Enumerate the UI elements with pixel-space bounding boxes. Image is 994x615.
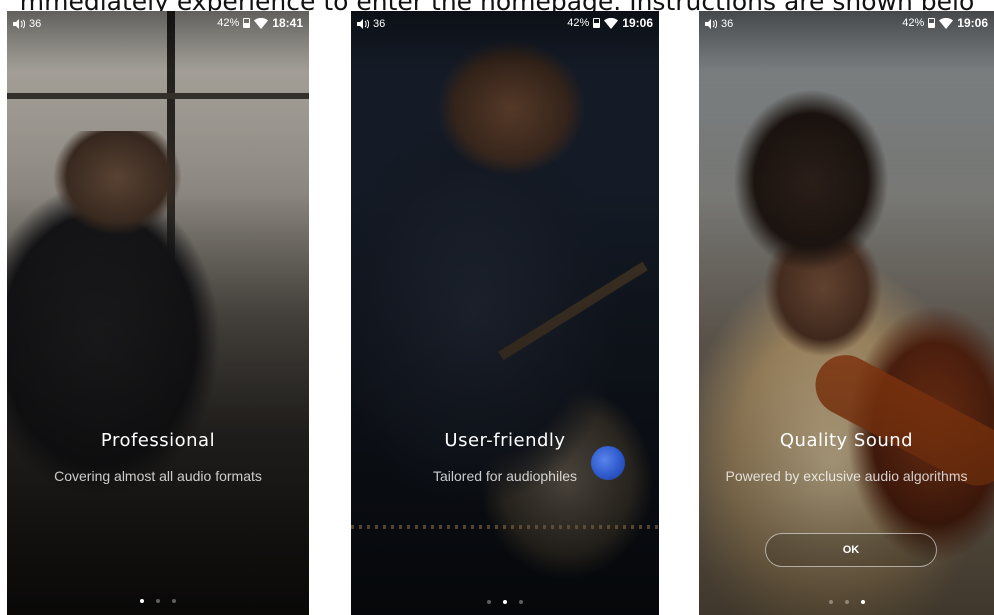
onboarding-screen-quality-sound: 36 42% 19:06 Quality Sound Powered by ex… <box>699 11 994 615</box>
overlay-shade <box>699 11 994 615</box>
volume-level: 36 <box>29 18 42 30</box>
battery-icon <box>243 18 251 28</box>
volume-icon <box>13 19 25 29</box>
volume-icon <box>357 19 369 29</box>
overlay-shade <box>7 11 309 615</box>
page-dot <box>860 600 865 604</box>
wifi-icon <box>604 17 619 29</box>
volume-icon <box>705 19 717 29</box>
page-dot <box>844 600 849 604</box>
page-indicator <box>351 600 659 604</box>
page-dot <box>487 600 491 604</box>
clock: 19:06 <box>957 16 988 30</box>
status-bar: 36 42% 19:06 <box>699 11 994 37</box>
overlay-shade <box>351 11 659 615</box>
volume-level: 36 <box>721 18 734 30</box>
onboarding-screen-professional: 36 42% 18:41 Professional Covering almos… <box>7 11 309 615</box>
status-bar: 36 42% 18:41 <box>7 11 309 37</box>
wifi-icon <box>254 17 269 29</box>
page-indicator <box>7 599 309 603</box>
battery-icon <box>593 18 601 28</box>
onboarding-screen-user-friendly: 36 42% 19:06 User-friendly Tailored for … <box>351 11 659 615</box>
battery-percent: 42% <box>567 17 590 29</box>
page-dot <box>156 599 160 603</box>
feature-subtitle: Powered by exclusive audio algorithms <box>725 468 968 484</box>
feature-title: User-friendly <box>444 430 566 451</box>
battery-percent: 42% <box>217 17 240 29</box>
volume-level: 36 <box>373 18 386 30</box>
clock: 18:41 <box>272 16 303 30</box>
page-dot <box>172 599 176 603</box>
feature-subtitle: Covering almost all audio formats <box>54 468 262 484</box>
battery-percent: 42% <box>902 17 925 29</box>
wifi-icon <box>939 17 954 29</box>
clock: 19:06 <box>622 16 653 30</box>
ok-button[interactable]: OK <box>765 533 937 567</box>
page-dot <box>519 600 523 604</box>
page-dot <box>140 599 144 603</box>
feature-title: Professional <box>100 430 216 451</box>
page-indicator <box>699 600 994 604</box>
feature-title: Quality Sound <box>779 430 914 451</box>
battery-icon <box>928 18 936 28</box>
status-bar: 36 42% 19:06 <box>351 11 659 37</box>
page-dot <box>828 600 833 604</box>
feature-subtitle: Tailored for audiophiles <box>433 468 577 484</box>
page-dot <box>503 600 507 604</box>
